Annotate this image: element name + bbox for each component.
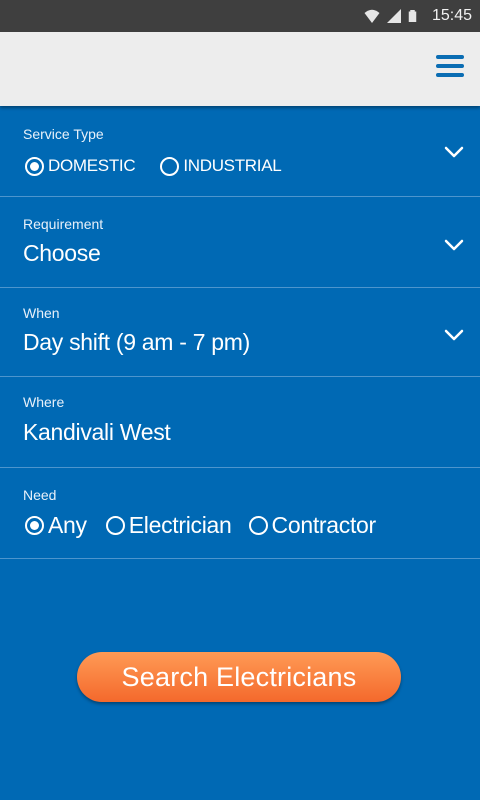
chevron-down-icon[interactable] [444,146,464,158]
radio-selected-icon [25,156,44,176]
need-label: Need [23,487,57,503]
chevron-down-icon[interactable] [444,239,464,251]
wifi-icon [364,9,380,23]
app-bar [0,32,480,106]
radio-unselected-icon [248,516,268,535]
radio-domestic[interactable]: DOMESTIC [25,156,136,176]
radio-contractor-label: Contractor [271,512,377,538]
search-form: Service Type DOMESTIC INDUSTRIAL Require… [0,106,480,800]
where-label: Where [23,394,65,410]
search-electricians-button[interactable]: Search Electricians [77,652,401,702]
service-type-field[interactable]: Service Type DOMESTIC INDUSTRIAL [0,106,480,197]
battery-icon [408,10,417,22]
when-label: When [23,305,60,321]
status-bar: 15:45 [0,0,480,32]
when-value[interactable]: Day shift (9 am - 7 pm) [23,329,250,356]
need-field: Need Any Electrician Contractor [0,468,480,559]
radio-industrial[interactable]: INDUSTRIAL [160,156,282,176]
chevron-down-icon[interactable] [444,329,464,341]
where-field[interactable]: Where Kandivali West [0,377,480,468]
status-time: 15:45 [431,7,472,24]
radio-domestic-label: DOMESTIC [48,156,136,175]
requirement-field[interactable]: Requirement Choose [0,197,480,288]
radio-selected-icon [25,516,44,535]
signal-icon [386,9,401,23]
requirement-value[interactable]: Choose [23,240,101,267]
radio-any-label: Any [48,512,87,538]
where-input[interactable]: Kandivali West [23,419,171,446]
radio-unselected-icon [105,516,125,535]
service-type-label: Service Type [23,126,104,142]
radio-any[interactable]: Any [25,512,87,539]
radio-unselected-icon [160,156,180,176]
radio-contractor[interactable]: Contractor [248,512,377,539]
requirement-label: Requirement [23,216,104,232]
radio-industrial-label: INDUSTRIAL [183,156,282,175]
service-type-options: DOMESTIC INDUSTRIAL [25,156,282,176]
hamburger-menu-icon[interactable] [436,55,464,79]
when-field[interactable]: When Day shift (9 am - 7 pm) [0,288,480,377]
need-options: Any Electrician Contractor [25,512,376,539]
radio-electrician[interactable]: Electrician [105,512,232,539]
radio-electrician-label: Electrician [128,512,232,538]
